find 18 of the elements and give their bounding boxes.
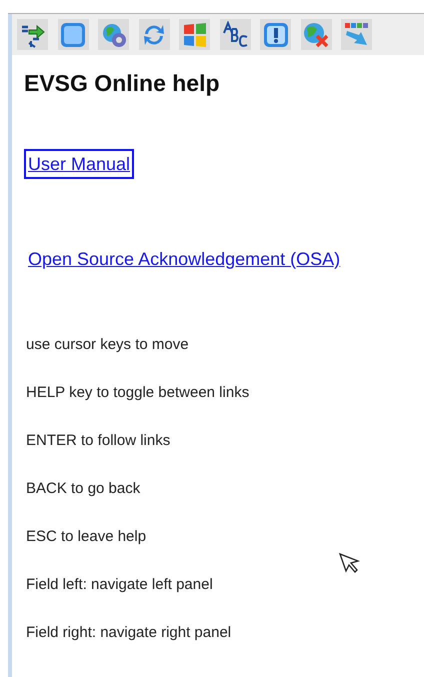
instruction-text: ESC to leave help <box>25 527 148 547</box>
instruction-text: HELP key to toggle between links <box>25 383 250 403</box>
window-icon[interactable] <box>58 19 88 50</box>
arrow-down-icon[interactable] <box>341 19 372 50</box>
refresh-icon[interactable] <box>138 19 170 50</box>
page-title: EVSG Online help <box>24 69 221 97</box>
instruction-text: ENTER to follow links <box>25 431 172 451</box>
instruction-text: use cursor keys to move <box>25 335 190 355</box>
instruction-text: Field right: navigate right panel <box>25 623 232 643</box>
help-link[interactable]: Open Source Acknowledgement (OSA) <box>24 244 344 274</box>
alert-icon[interactable] <box>260 19 291 50</box>
windows-flag-icon[interactable] <box>179 19 210 50</box>
help-link[interactable]: User Manual <box>24 149 134 179</box>
globe-delete-icon[interactable] <box>300 19 332 50</box>
mouse-pointer-icon <box>338 552 360 574</box>
spelling-icon[interactable] <box>220 19 250 50</box>
instruction-text: BACK to go back <box>25 479 142 499</box>
instruction-text: Field left: navigate left panel <box>25 575 214 595</box>
